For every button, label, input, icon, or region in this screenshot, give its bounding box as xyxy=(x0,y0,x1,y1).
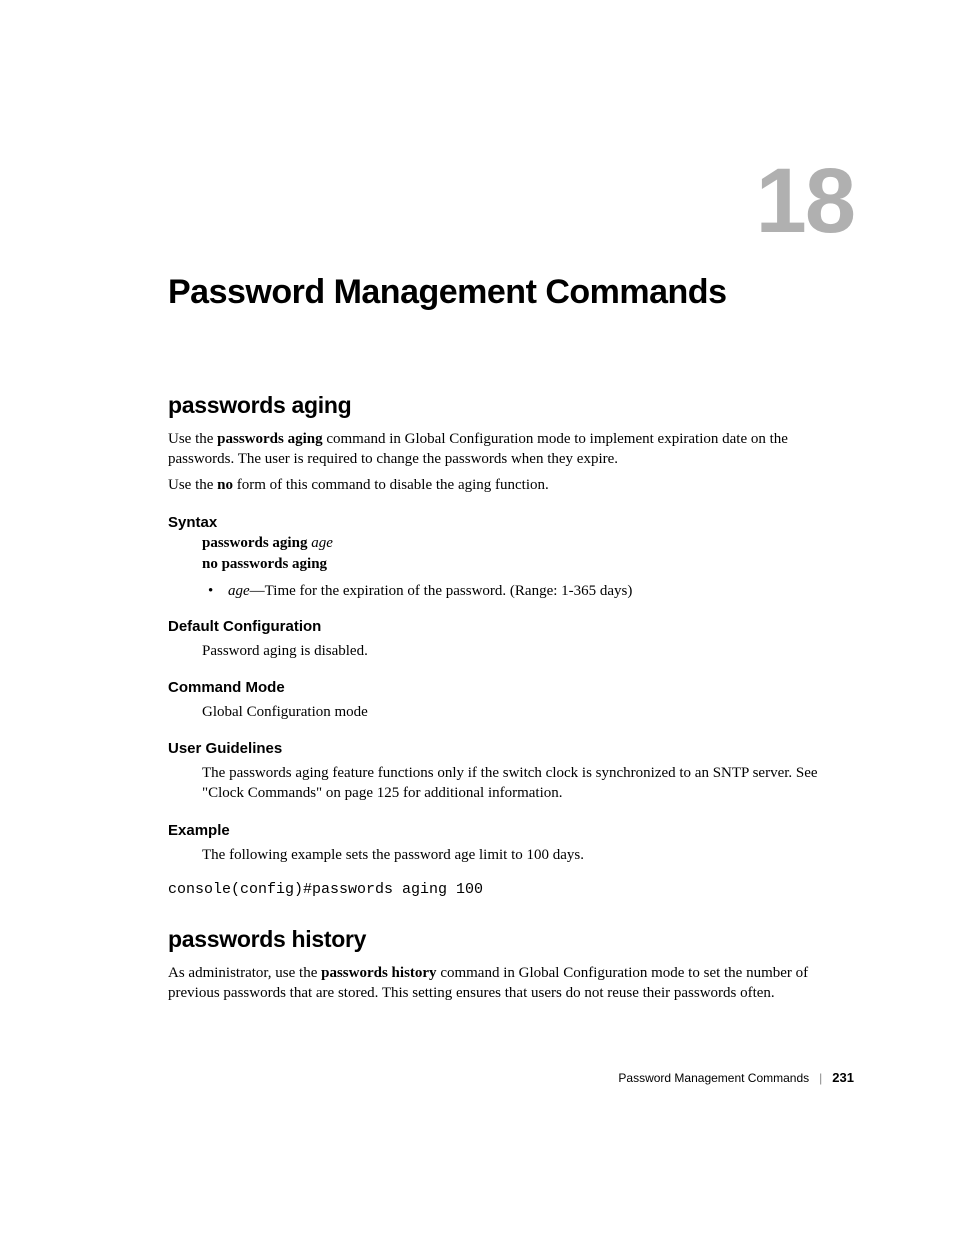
default-config-text: Password aging is disabled. xyxy=(202,641,854,661)
user-guidelines-heading: User Guidelines xyxy=(168,740,854,757)
page-footer: Password Management Commands | 231 xyxy=(618,1070,854,1085)
command-mode-text: Global Configuration mode xyxy=(202,702,854,722)
chapter-title: Password Management Commands xyxy=(168,273,854,312)
section-title-passwords-aging: passwords aging xyxy=(168,392,854,419)
syntax-bullet: age—Time for the expiration of the passw… xyxy=(202,583,854,600)
intro-paragraph-1: Use the passwords aging command in Globa… xyxy=(168,429,854,470)
example-text: The following example sets the password … xyxy=(202,845,854,865)
command-mode-heading: Command Mode xyxy=(168,679,854,696)
footer-label: Password Management Commands xyxy=(618,1071,809,1085)
default-config-heading: Default Configuration xyxy=(168,618,854,635)
example-code: console(config)#passwords aging 100 xyxy=(168,881,854,898)
syntax-heading: Syntax xyxy=(168,514,854,531)
syntax-line-1: passwords aging age xyxy=(202,535,854,552)
example-heading: Example xyxy=(168,822,854,839)
syntax-line-2: no passwords aging xyxy=(202,556,854,573)
intro-paragraph-2: Use the no form of this command to disab… xyxy=(168,475,854,495)
user-guidelines-text: The passwords aging feature functions on… xyxy=(202,763,854,804)
section-title-passwords-history: passwords history xyxy=(168,926,854,953)
footer-separator: | xyxy=(819,1071,822,1085)
footer-page-number: 231 xyxy=(832,1070,854,1085)
chapter-number: 18 xyxy=(168,160,854,243)
history-intro-paragraph: As administrator, use the passwords hist… xyxy=(168,963,854,1004)
